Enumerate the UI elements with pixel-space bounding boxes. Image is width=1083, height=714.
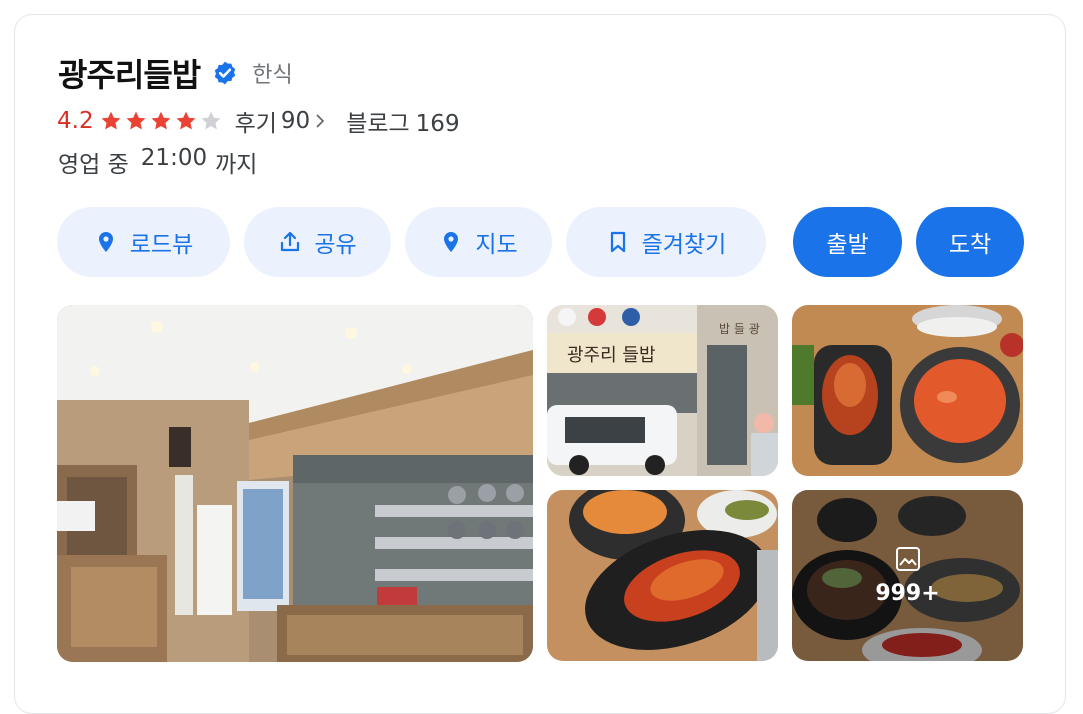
rating-row: 4.2 후기 90 블로그 169 bbox=[57, 104, 460, 138]
interior-image bbox=[57, 305, 533, 662]
more-photos-overlay[interactable]: 999+ bbox=[792, 490, 1023, 661]
arrive-label: 도착 bbox=[948, 232, 992, 258]
chevron-right-icon bbox=[316, 114, 325, 128]
photo-food-1[interactable] bbox=[792, 305, 1023, 476]
star-icon bbox=[126, 111, 146, 130]
verified-icon bbox=[215, 61, 236, 85]
star-icon bbox=[176, 111, 196, 130]
title-row: 광주리들밥 한식 bbox=[58, 50, 293, 96]
photo-more[interactable]: 999+ bbox=[792, 490, 1023, 661]
reviews-label: 후기 bbox=[234, 111, 277, 137]
roadview-pin-icon bbox=[98, 232, 113, 252]
depart-label: 출발 bbox=[826, 232, 869, 258]
share-label: 공유 bbox=[314, 232, 357, 258]
rating-value: 4.2 bbox=[57, 108, 94, 134]
map-button[interactable]: 지도 bbox=[405, 207, 552, 277]
star-icon bbox=[101, 111, 121, 130]
favorite-button[interactable]: 즐겨찾기 bbox=[566, 207, 766, 277]
star-rating bbox=[100, 110, 225, 132]
side-sign-text: 밥 들 광 bbox=[719, 322, 760, 336]
more-photos-count: 999+ bbox=[875, 581, 940, 606]
share-button[interactable]: 공유 bbox=[244, 207, 391, 277]
roadview-button[interactable]: 로드뷰 bbox=[57, 207, 230, 277]
photo-food-2[interactable] bbox=[547, 490, 778, 661]
favorite-label: 즐겨찾기 bbox=[641, 232, 727, 258]
gallery-icon bbox=[895, 547, 920, 571]
map-label: 지도 bbox=[475, 232, 518, 258]
hours-row[interactable]: 영업 중 21:00 까지 bbox=[58, 145, 257, 179]
food-image-1 bbox=[792, 305, 1023, 476]
blog-count: 169 bbox=[415, 111, 460, 137]
reviews-link[interactable]: 후기 90 bbox=[235, 104, 327, 138]
category-label: 한식 bbox=[252, 63, 293, 88]
depart-button[interactable]: 출발 bbox=[793, 207, 902, 277]
until-label: 까지 bbox=[215, 152, 258, 178]
reviews-count: 90 bbox=[280, 108, 311, 134]
roadview-label: 로드뷰 bbox=[129, 232, 194, 258]
star-icon bbox=[151, 111, 171, 130]
arrive-button[interactable]: 도착 bbox=[916, 207, 1024, 277]
bookmark-icon bbox=[610, 231, 625, 253]
open-status: 영업 중 bbox=[58, 152, 129, 178]
map-pin-icon bbox=[444, 232, 459, 252]
storefront-sign-text: 광주리 들밥 bbox=[567, 345, 656, 366]
share-icon bbox=[281, 231, 300, 252]
photo-storefront[interactable]: 광주리 들밥 밥 들 광 bbox=[547, 305, 778, 476]
close-time: 21:00 bbox=[140, 145, 208, 171]
star-empty-icon bbox=[201, 111, 221, 130]
blog-label: 블로그 bbox=[346, 111, 410, 137]
photo-interior[interactable] bbox=[57, 305, 533, 662]
storefront-image: 광주리 들밥 밥 들 광 bbox=[547, 305, 778, 476]
blog-link[interactable]: 블로그 169 bbox=[346, 104, 459, 138]
place-name[interactable]: 광주리들밥 bbox=[58, 50, 201, 96]
food-image-2 bbox=[547, 490, 778, 661]
